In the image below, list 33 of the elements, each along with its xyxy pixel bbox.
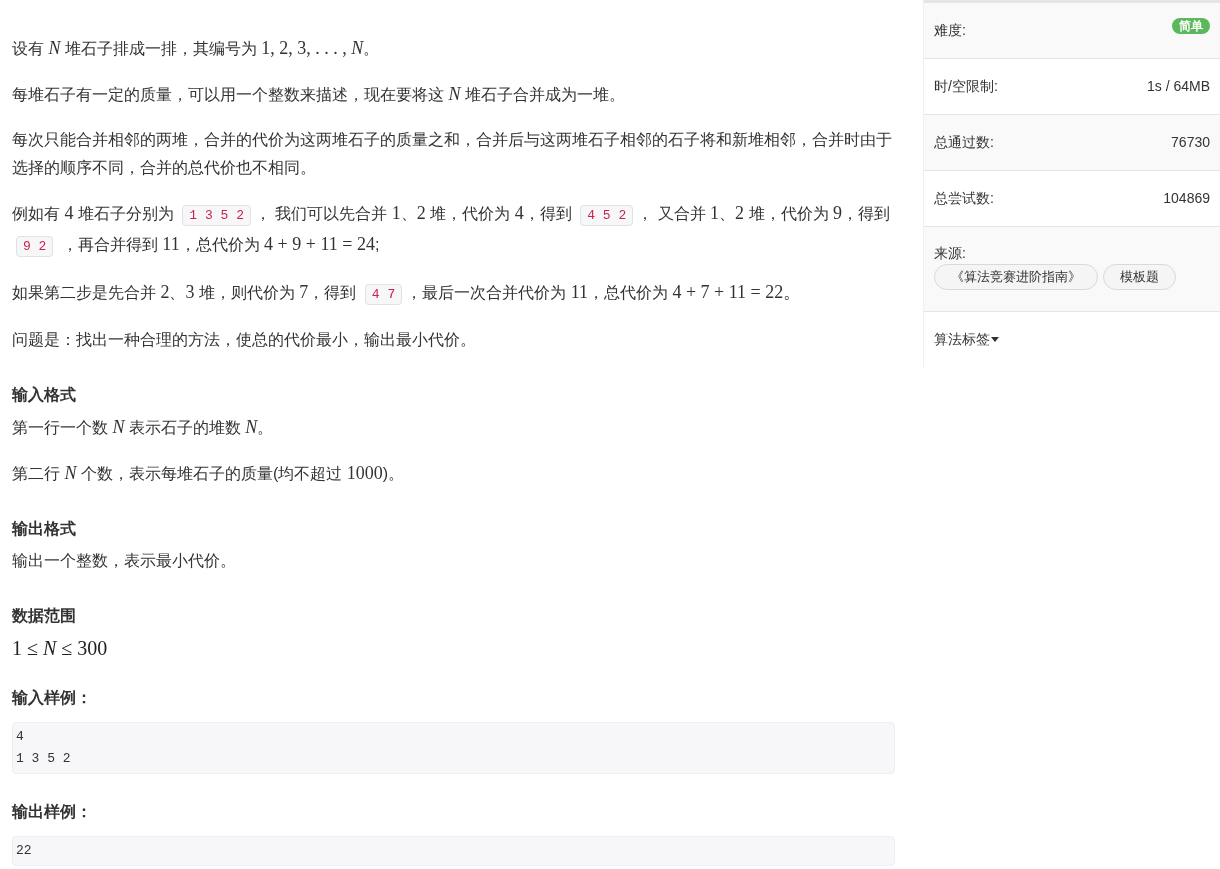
code-block: 4 1 3 5 2 (12, 722, 895, 774)
paragraph: 第二行 N 个数，表示每堆石子的质量(均不超过 1000)。 (12, 462, 405, 485)
code-block: 22 (12, 836, 895, 866)
section-heading: 输出样例： (12, 802, 93, 822)
info-label: 总通过数: (934, 133, 994, 152)
paragraph: 每次只能合并相邻的两堆，合并的代价为这两堆石子的质量之和，合并后与这两堆石子相邻的石子将和新堆相邻，合并时由于选择的顺序不同，合并的总代价也不相同。 (12, 130, 893, 178)
inline-code: 4 5 2 (580, 205, 634, 226)
info-label: 来源: (934, 244, 967, 263)
info-label: 难度: (934, 21, 966, 40)
inline-code: 1 3 5 2 (182, 205, 251, 226)
inline-code: 4 7 (364, 284, 403, 305)
difficulty-badge: 简单 (1172, 17, 1210, 34)
paragraph: 问题是：找出一种合理的方法，使总的代价最小，输出最小代价。 (12, 330, 477, 350)
info-label: 时/空限制: (934, 77, 998, 96)
paragraph: 输出一个整数，表示最小代价。 (12, 551, 237, 571)
source-tag[interactable]: 《算法竞赛进阶指南》 (934, 264, 1098, 290)
info-value: 104869 (1163, 189, 1210, 208)
info-label: 总尝试数: (934, 189, 994, 208)
section-heading: 输入样例： (12, 688, 93, 708)
section-heading: 输入格式 (12, 385, 77, 405)
section-heading: 数据范围 (12, 606, 77, 626)
source-tag[interactable]: 模板题 (1103, 264, 1176, 290)
info-value: 1s / 64MB (1146, 77, 1210, 96)
caret-icon (991, 337, 999, 342)
section-heading: 输出格式 (12, 519, 77, 539)
inline-code: 9 2 (16, 236, 54, 257)
paragraph: 第一行一个数 N 表示石子的堆数 N。 (12, 416, 275, 439)
formula: 1 ≤ N ≤ 300 (12, 636, 108, 661)
info-value: 76730 (1171, 133, 1210, 152)
paragraph: 每堆石子有一定的质量，可以用一个整数来描述，现在要将这 N 堆石子合并成为一堆。 (12, 83, 626, 106)
paragraph: 例如有 4 堆石子分别为 1 3 5 2 ， 我们可以先合并 1、2 堆，代价为 4，得到 4 5 2 ， 又合并 1、2 堆，代价为 9，得到 9 2 ，再合并得到 11，总代价为 4 + 9 + 11 = 24; (12, 199, 895, 261)
paragraph: 设有 N 堆石子排成一排，其编号为 1, 2, 3, . . . , N。 (12, 37, 381, 60)
paragraph: 如果第二步是先合并 2、3 堆，则代价为 7，得到 4 7 ，最后一次合并代价为 11，总代价为 4 + 7 + 11 = 22。 (12, 278, 895, 309)
